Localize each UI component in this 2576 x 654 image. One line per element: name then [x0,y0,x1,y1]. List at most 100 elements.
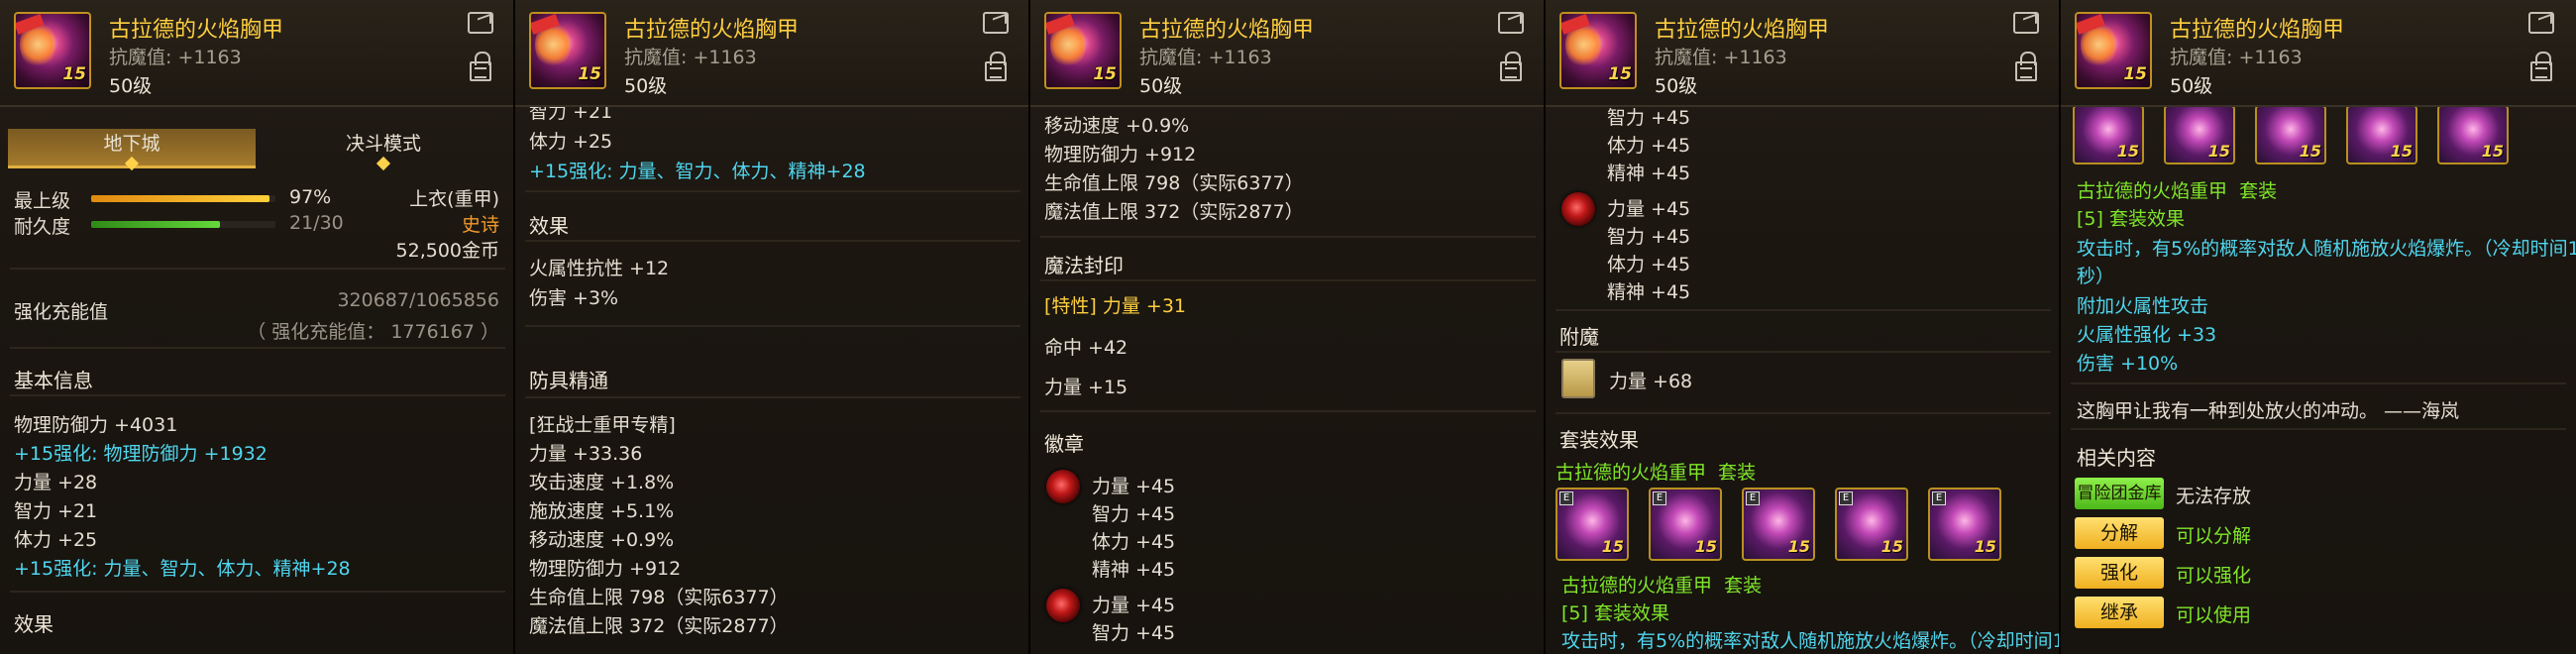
set-piece-icon[interactable]: 15 [2073,105,2144,164]
emblem-line: 力量 +45 [1092,476,1176,497]
vault-status: 无法存放 [2176,486,2252,507]
set-piece-icon[interactable]: 15 [2437,105,2509,164]
mastery-line: 生命值上限 798（实际6377） [529,587,789,608]
stat-line: 力量 +28 [14,472,98,493]
set-piece-icon[interactable]: E 15 [1649,488,1722,561]
lock-icon[interactable] [470,52,491,81]
mastery-line: 魔法值上限 372（实际2877） [1044,201,1304,223]
item-tooltip-panel-2: 智力 +21 体力 +25 +15强化: 力量、智力、体力、精神+28 15 古… [515,0,1030,654]
item-tooltip-panel-4: 智力 +45 体力 +45 精神 +45 15 古拉德的火焰胸甲 抗魔值: +1… [1546,0,2061,654]
magic-resist-value: 抗魔值: +1163 [2170,47,2303,68]
stat-line: +15强化: 物理防御力 +1932 [14,443,268,465]
effect-line: 火属性抗性 +12 [529,258,670,279]
emblem-line: 体力 +45 [1607,135,1691,157]
set-bonus-title: [5] 套装效果 [1561,602,1669,624]
item-title: 古拉德的火焰胸甲 [109,18,284,43]
lock-icon[interactable] [2530,52,2552,81]
mode-tabs: 地下城 决斗模式 [8,129,507,171]
magic-resist-value: 抗魔值: +1163 [1139,47,1272,68]
set-piece-icon[interactable]: E 15 [1928,488,2001,561]
mastery-line: 生命值上限 798（实际6377） [1044,172,1304,194]
item-title: 古拉德的火焰胸甲 [1655,18,1830,43]
lock-icon[interactable] [985,52,1007,81]
set-name: 古拉德的火焰重甲 套装 [1561,575,1763,597]
chest-armor-icon: 15 [529,12,606,89]
set-piece-icon[interactable]: E 15 [1556,488,1629,561]
magic-resist-value: 抗魔值: +1163 [1655,47,1787,68]
magic-resist-value: 抗魔值: +1163 [109,47,242,68]
item-level: 50级 [1139,75,1183,97]
emblem-line: 智力 +45 [1092,503,1176,525]
emblem-title: 徽章 [1044,432,1084,456]
set-piece-icon[interactable]: 15 [2346,105,2417,164]
item-tooltip-panel-5: 15 15 15 15 15 15 古拉德的火焰胸甲 抗魔值: +1163 50… [2061,0,2576,654]
disassemble-button[interactable]: 分解 [2075,517,2164,549]
magic-seal-title: 魔法封印 [1044,254,1124,277]
item-level: 50级 [109,75,153,97]
enchant-title: 附魔 [1559,325,1599,349]
flavor-text: 这胸甲让我有一种到处放火的冲动。 ——海岚 [2077,400,2460,422]
mastery-line: 移动速度 +0.9% [1044,115,1190,137]
set-piece-icon[interactable]: 15 [2255,105,2326,164]
item-level: 50级 [2170,75,2213,97]
mastery-line: 魔法值上限 372（实际2877） [529,615,789,637]
lock-icon[interactable] [1500,52,1522,81]
item-tooltip-panel-1: 15 古拉德的火焰胸甲 抗魔值: +1163 50级 地下城 决斗模式 最上级 … [0,0,515,654]
enhance-status: 可以强化 [2176,565,2252,587]
set-piece-icon[interactable]: E 15 [1742,488,1815,561]
share-icon[interactable] [1498,12,1524,34]
emblem-line: 智力 +45 [1607,107,1691,129]
armor-mastery-title: 防具精通 [529,369,608,392]
stat-line: 物理防御力 +4031 [14,414,178,436]
set-name: 古拉德的火焰重甲 套装 [2077,180,2278,202]
item-title: 古拉德的火焰胸甲 [1139,18,1315,43]
seal-line: 力量 +15 [1044,377,1128,398]
set-piece-icon[interactable]: E 15 [1835,488,1908,561]
magic-resist-value: 抗魔值: +1163 [624,47,757,68]
emblem-line: 精神 +45 [1607,163,1691,184]
adventure-vault-button[interactable]: 冒险团金库 [2075,478,2164,509]
enchant-line: 力量 +68 [1609,371,1693,392]
disassemble-status: 可以分解 [2176,525,2252,547]
emblem-line: 精神 +45 [1607,281,1691,303]
inherit-button[interactable]: 继承 [2075,597,2164,628]
mastery-line: [狂战士重甲专精] [529,414,676,436]
item-level: 50级 [1655,75,1698,97]
related-content-title: 相关内容 [2077,446,2156,470]
effect-title: 效果 [529,214,569,238]
set-bonus-line: 附加火属性攻击 [2077,295,2209,317]
stat-line: +15强化: 力量、智力、体力、精神+28 [14,558,351,580]
chest-armor-icon: 15 [1559,12,1637,89]
emblem-line: 体力 +45 [1092,531,1176,553]
set-bonus-line: 火属性强化 +33 [2077,324,2217,346]
set-bonus-desc: 攻击时，有5%的概率对敌人随机施放火焰爆炸。（冷却时间1 [2077,238,2576,260]
share-icon[interactable] [983,12,1009,34]
share-icon[interactable] [2013,12,2039,34]
set-piece-icon[interactable]: 15 [2164,105,2235,164]
tooltip-header: 15 古拉德的火焰胸甲 抗魔值: +1163 50级 [0,0,513,107]
mastery-line: 施放速度 +5.1% [529,500,675,522]
sell-price: 52,500金币 [395,240,499,262]
set-effect-title: 套装效果 [1559,428,1639,452]
mastery-line: 力量 +33.36 [529,443,643,465]
tab-pvp[interactable]: 决斗模式 [260,129,507,171]
effect-line: 伤害 +3% [529,287,619,309]
lock-icon[interactable] [2015,52,2037,81]
tab-dungeon[interactable]: 地下城 [8,129,256,171]
tooltip-header: 15 古拉德的火焰胸甲 抗魔值: +1163 50级 [1546,0,2059,107]
share-icon[interactable] [2528,12,2554,34]
mastery-line: 物理防御力 +912 [1044,144,1197,165]
chest-armor-icon: 15 [2075,12,2152,89]
mastery-line: 攻击速度 +1.8% [529,472,675,493]
durability-value: 21/30 [289,212,344,234]
mastery-line: 物理防御力 +912 [529,558,682,580]
enhance-button[interactable]: 强化 [2075,557,2164,589]
enhance-charge-label: 强化充能值 [14,301,109,323]
enchant-card-icon [1561,359,1595,398]
item-tooltip-panel-3: 移动速度 +0.9% 物理防御力 +912 生命值上限 798（实际6377） … [1030,0,1546,654]
seal-line: [特性] 力量 +31 [1044,295,1187,317]
tooltip-header: 15 古拉德的火焰胸甲 抗魔值: +1163 50级 [1030,0,1544,107]
set-name: 古拉德的火焰重甲 套装 [1556,462,1757,484]
share-icon[interactable] [468,12,493,34]
stat-line: 体力 +25 [529,131,613,153]
